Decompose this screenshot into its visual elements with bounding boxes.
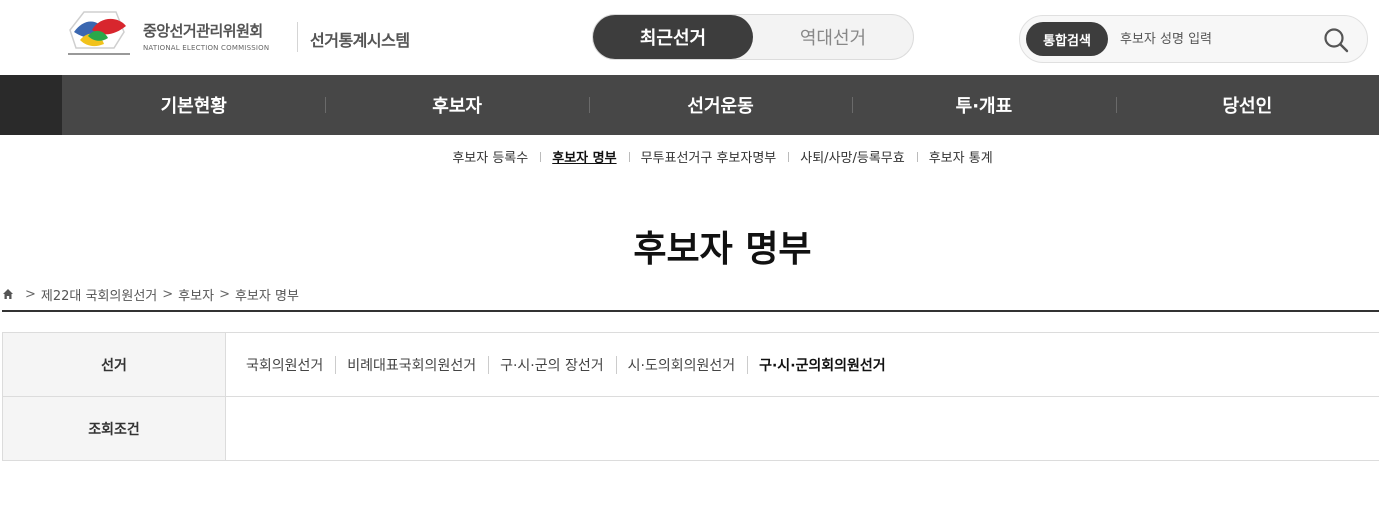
election-option-provincial-council[interactable]: 시·도의회의원선거 bbox=[615, 355, 748, 375]
nav-item-campaign[interactable]: 선거운동 bbox=[588, 75, 852, 135]
election-option-national-assembly[interactable]: 국회의원선거 bbox=[234, 355, 335, 375]
election-options: 국회의원선거 비례대표국회의원선거 구·시·군의 장선거 시·도의회의원선거 구… bbox=[226, 333, 1379, 396]
page-title: 후보자 명부 bbox=[633, 229, 812, 270]
breadcrumb: > 제22대 국회의원선거 > 후보자 > 후보자 명부 bbox=[2, 285, 299, 304]
org-name-en: NATIONAL ELECTION COMMISSION bbox=[143, 44, 270, 52]
search-input[interactable] bbox=[1120, 26, 1310, 52]
nav-left-block bbox=[0, 75, 62, 135]
nav-item-basic-status[interactable]: 기본현황 bbox=[62, 75, 325, 135]
breadcrumb-item: 후보자 명부 bbox=[234, 288, 299, 304]
condition-label: 조회조건 bbox=[2, 397, 226, 460]
subnav-item-uncontested-list[interactable]: 무투표선거구 후보자명부 bbox=[628, 147, 789, 166]
breadcrumb-item[interactable]: 제22대 국회의원선거 bbox=[41, 285, 157, 304]
search-icon[interactable] bbox=[1322, 26, 1350, 54]
subnav-item-candidate-stats[interactable]: 후보자 통계 bbox=[916, 147, 1005, 166]
breadcrumb-separator: > bbox=[25, 286, 36, 302]
sub-nav: 후보자 등록수 후보자 명부 무투표선거구 후보자명부 사퇴/사망/등록무효 후… bbox=[0, 145, 1379, 167]
breadcrumb-separator: > bbox=[219, 286, 230, 302]
breadcrumb-separator: > bbox=[162, 286, 174, 302]
election-option-district-head[interactable]: 구·시·군의 장선거 bbox=[488, 355, 616, 375]
election-label: 선거 bbox=[2, 333, 226, 396]
header: 중앙선거관리위원회 NATIONAL ELECTION COMMISSION 선… bbox=[0, 0, 1379, 75]
logo-divider bbox=[297, 22, 298, 52]
search-form-table: 선거 국회의원선거 비례대표국회의원선거 구·시·군의 장선거 시·도의회의원선… bbox=[2, 332, 1379, 461]
home-icon[interactable] bbox=[2, 288, 14, 300]
election-row: 선거 국회의원선거 비례대표국회의원선거 구·시·군의 장선거 시·도의회의원선… bbox=[2, 333, 1379, 397]
past-election-button[interactable]: 역대선거 bbox=[753, 15, 913, 59]
recent-election-button[interactable]: 최근선거 bbox=[593, 15, 753, 59]
subnav-item-candidate-list[interactable]: 후보자 명부 bbox=[540, 147, 628, 166]
main-nav: 기본현황 후보자 선거운동 투·개표 당선인 bbox=[0, 75, 1379, 135]
org-name: 중앙선거관리위원회 bbox=[143, 22, 263, 40]
nav-item-candidates[interactable]: 후보자 bbox=[325, 75, 588, 135]
nav-item-voting-counting[interactable]: 투·개표 bbox=[852, 75, 1115, 135]
system-name[interactable]: 선거통계시스템 bbox=[310, 27, 410, 51]
breadcrumb-divider bbox=[2, 310, 1379, 312]
election-option-district-council[interactable]: 구·시·군의회의원선거 bbox=[747, 355, 898, 375]
condition-row: 조회조건 bbox=[2, 397, 1379, 461]
subnav-item-withdrawal[interactable]: 사퇴/사망/등록무효 bbox=[788, 147, 916, 166]
search-scope-badge: 통합검색 bbox=[1026, 22, 1108, 56]
main-nav-items: 기본현황 후보자 선거운동 투·개표 당선인 bbox=[62, 75, 1379, 135]
election-period-toggle: 최근선거 역대선거 bbox=[592, 14, 914, 60]
nav-item-elected[interactable]: 당선인 bbox=[1115, 75, 1379, 135]
search-box: 통합검색 bbox=[1019, 15, 1368, 63]
breadcrumb-item[interactable]: 후보자 bbox=[178, 285, 214, 304]
nec-logo-icon[interactable] bbox=[66, 10, 132, 58]
subnav-item-registration-count[interactable]: 후보자 등록수 bbox=[440, 147, 540, 166]
election-option-proportional[interactable]: 비례대표국회의원선거 bbox=[335, 355, 488, 375]
condition-options bbox=[226, 397, 1379, 460]
